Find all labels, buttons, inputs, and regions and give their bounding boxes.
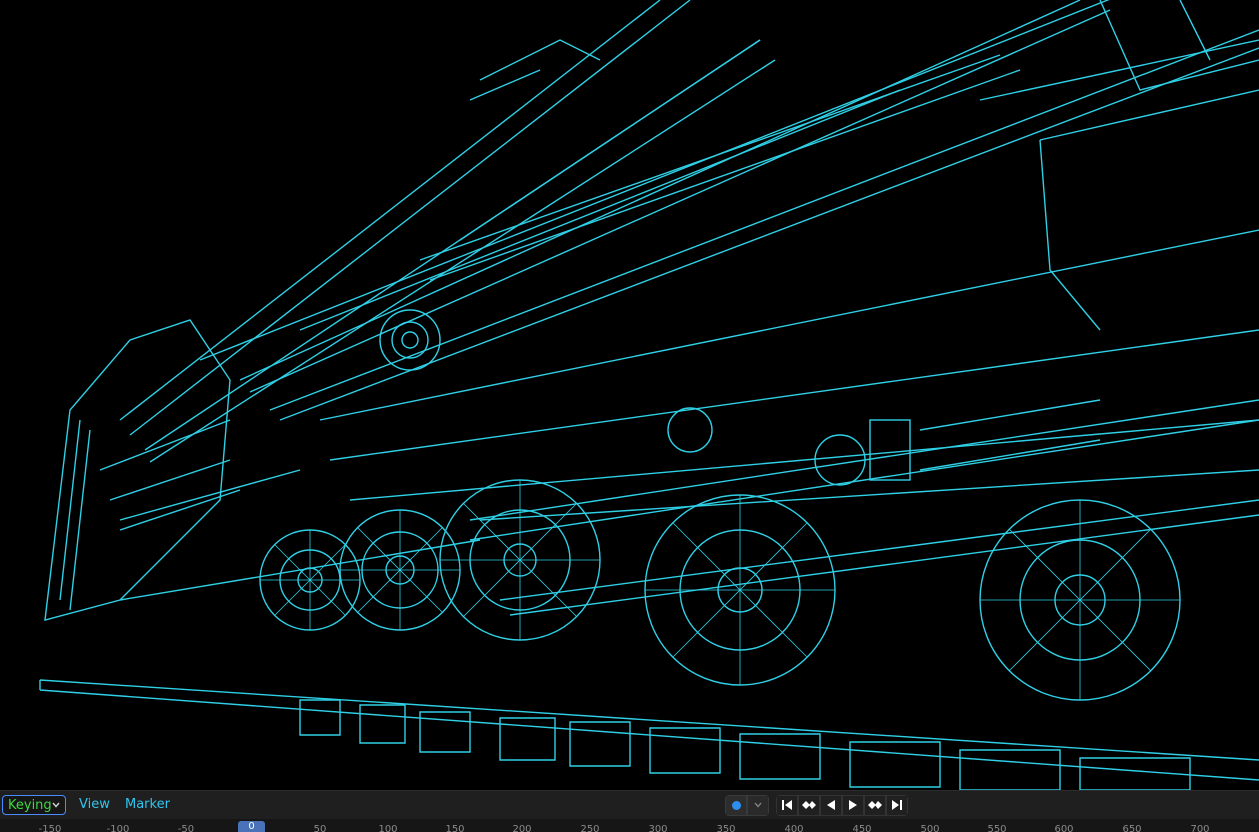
prev-keyframe-icon [802,801,816,809]
dropdown-chevron-icon [754,802,762,808]
ruler-tick-label: 100 [378,824,398,832]
jump-to-start-button[interactable] [776,794,798,816]
next-keyframe-button[interactable] [864,794,886,816]
ruler-tick-label: 350 [716,824,736,832]
play-button[interactable] [842,794,864,816]
keying-dropdown[interactable]: Keying [2,795,66,815]
ruler-tick-label: 600 [1054,824,1074,832]
ruler-tick-label: -100 [106,824,130,832]
timeline-ruler[interactable]: -150 -100 -50 50 100 150 200 250 300 350 400 450 500… [0,819,1259,832]
ruler-tick-label: -50 [177,824,195,832]
jump-to-start-icon [782,800,792,810]
jump-to-end-button[interactable] [886,794,908,816]
view-menu[interactable]: View [79,797,110,812]
ruler-tick-label: 50 [313,824,327,832]
marker-menu[interactable]: Marker [125,797,170,812]
ruler-tick-label: 500 [920,824,940,832]
play-icon [849,800,857,810]
record-dot-icon [731,800,741,810]
locomotive-wireframe [39,0,1259,790]
ruler-tick-label: 450 [852,824,872,832]
jump-to-end-icon [892,800,902,810]
play-reverse-button[interactable] [820,794,842,816]
ruler-tick-label: 200 [512,824,532,832]
keying-label: Keying [8,797,52,813]
ruler-tick-label: 150 [445,824,465,832]
ruler-tick-label: 250 [580,824,600,832]
ruler-tick-label: -150 [38,824,62,832]
play-reverse-icon [827,800,835,810]
ruler-tick-label: 650 [1122,824,1142,832]
3d-viewport-wireframe[interactable] [0,0,1259,790]
ruler-tick-label: 550 [987,824,1007,832]
ruler-tick-label: 300 [648,824,668,832]
ruler-tick-label: 700 [1190,824,1210,832]
playback-controls [725,794,908,816]
prev-keyframe-button[interactable] [798,794,820,816]
timeline-header: Keying View Marker [0,790,1259,819]
current-frame-indicator[interactable]: 0 [238,821,265,832]
record-button[interactable] [725,794,747,816]
chevron-down-icon [52,802,60,808]
auto-key-options-button[interactable] [747,794,769,816]
ruler-tick-label: 400 [784,824,804,832]
next-keyframe-icon [868,801,882,809]
